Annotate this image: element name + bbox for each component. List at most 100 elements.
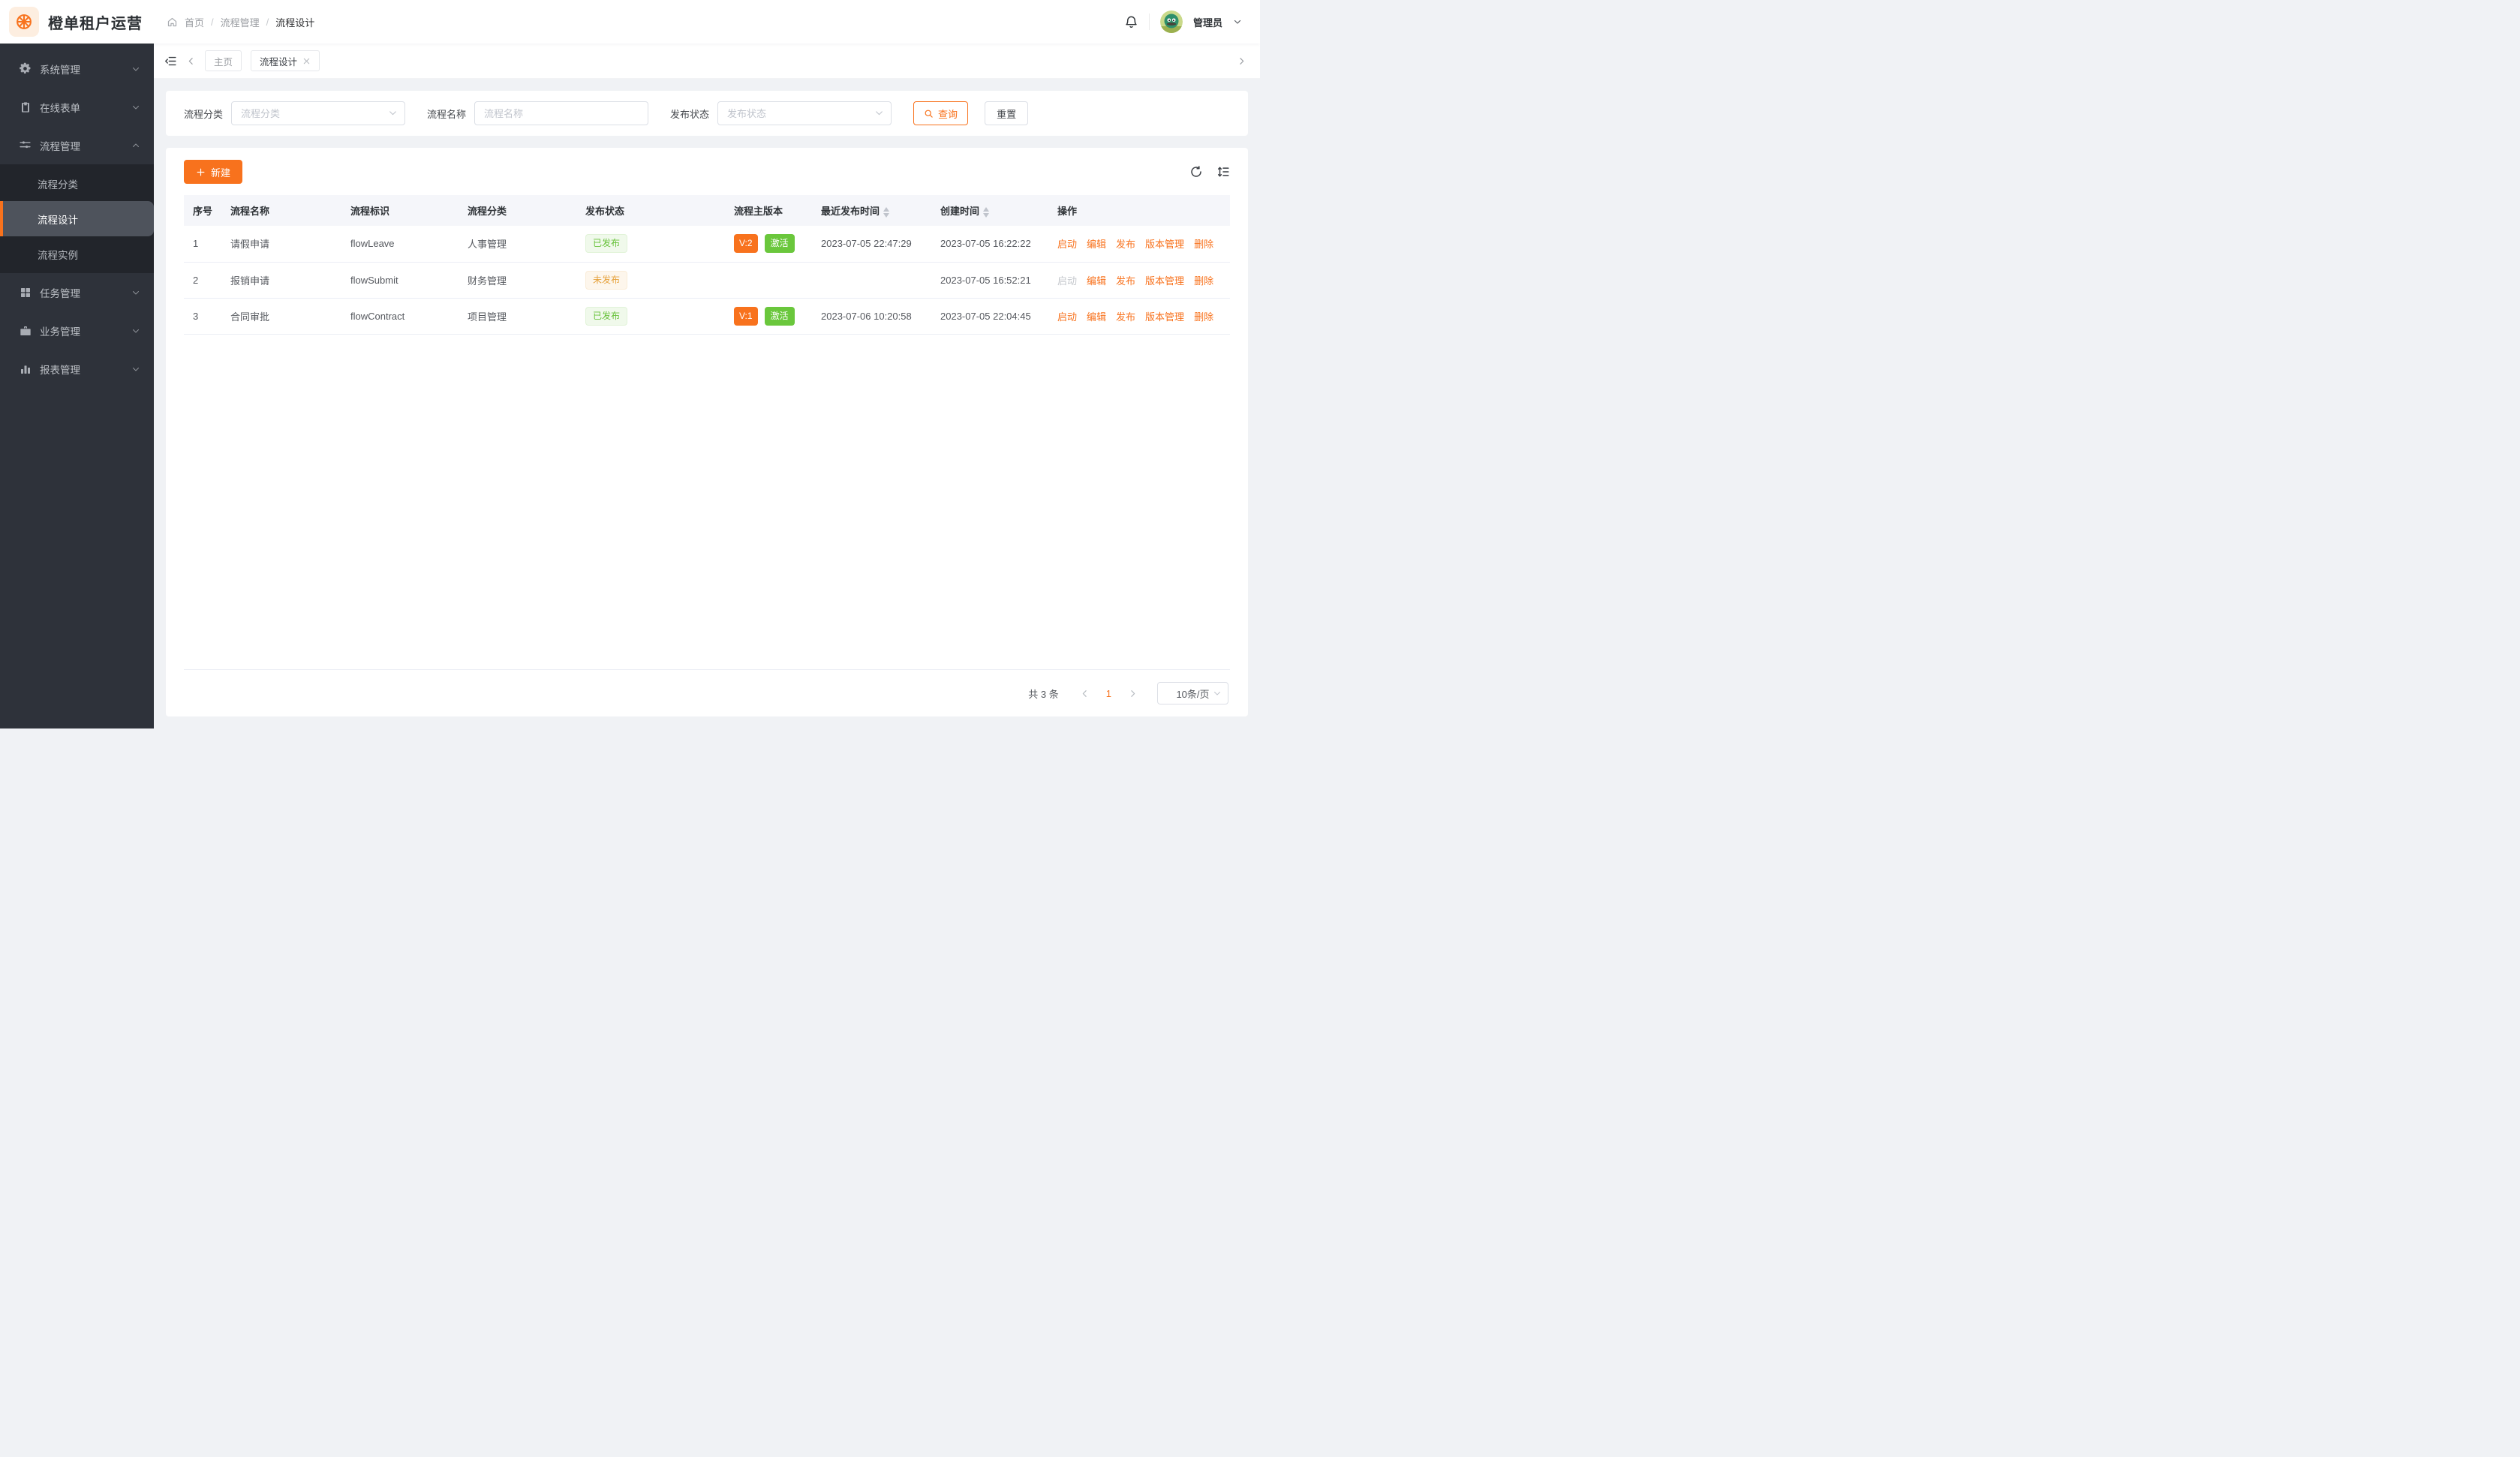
category-select[interactable] (231, 101, 405, 125)
tab-label: 主页 (214, 54, 233, 68)
active-state-tag: 激活 (765, 234, 795, 253)
sliders-icon (19, 139, 32, 152)
start-action[interactable]: 启动 (1057, 311, 1077, 323)
page-size-value: 10条/页 (1176, 686, 1209, 701)
chevron-down-icon (1213, 689, 1222, 700)
delete-action[interactable]: 删除 (1194, 275, 1213, 287)
edit-action[interactable]: 编辑 (1087, 275, 1106, 287)
briefcase-icon (19, 324, 32, 337)
close-icon[interactable] (302, 57, 311, 65)
page-content: 流程分类 流程名称 发布状态 (154, 79, 1260, 728)
page-number[interactable]: 1 (1097, 688, 1120, 699)
version-manage-action[interactable]: 版本管理 (1145, 311, 1184, 323)
publish-action[interactable]: 发布 (1116, 311, 1135, 323)
table-header-row: 序号 流程名称 流程标识 流程分类 发布状态 流程主版本 最近发布时间 创建时间 (184, 195, 1230, 226)
create-button[interactable]: 新建 (184, 160, 242, 184)
tab-bar: 主页 流程设计 (154, 44, 1260, 79)
cell-name: 请假申请 (221, 226, 341, 262)
cell-publish-status: 已发布 (576, 298, 725, 334)
sidebar-item-flow-category[interactable]: 流程分类 (0, 166, 154, 201)
col-header-key: 流程标识 (341, 195, 459, 226)
chevron-down-icon[interactable] (1233, 17, 1242, 26)
app-title: 橙单租户运营 (48, 11, 143, 33)
query-button[interactable]: 查询 (913, 101, 968, 125)
edit-action[interactable]: 编辑 (1087, 239, 1106, 250)
cell-publish-status: 已发布 (576, 226, 725, 262)
version-manage-action[interactable]: 版本管理 (1145, 275, 1184, 287)
tabs-scroll-left-icon[interactable] (186, 56, 196, 66)
sidebar-item-task-management[interactable]: 任务管理 (0, 273, 154, 311)
sort-icons[interactable] (983, 207, 989, 218)
status-select-input[interactable] (717, 101, 892, 125)
breadcrumb-home[interactable]: 首页 (185, 15, 204, 29)
sidebar-item-online-forms[interactable]: 在线表单 (0, 88, 154, 126)
category-select-input[interactable] (231, 101, 405, 125)
cell-main-version: V:1 激活 (725, 298, 812, 334)
avatar[interactable] (1160, 11, 1183, 33)
sidebar-item-flow-management[interactable]: 流程管理 (0, 126, 154, 164)
flow-name-input[interactable] (474, 101, 648, 125)
col-header-publish-status: 发布状态 (576, 195, 725, 226)
delete-action[interactable]: 删除 (1194, 311, 1213, 323)
sidebar-item-flow-instance[interactable]: 流程实例 (0, 236, 154, 272)
sidebar-item-business-management[interactable]: 业务管理 (0, 311, 154, 350)
status-select[interactable] (717, 101, 892, 125)
cell-create-time: 2023-07-05 16:22:22 (931, 226, 1048, 262)
published-tag: 已发布 (585, 234, 627, 253)
cell-name: 报销申请 (221, 262, 341, 298)
table-row: 2 报销申请 flowSubmit 财务管理 未发布 2023-07-05 16… (184, 262, 1230, 298)
cell-category: 项目管理 (459, 298, 576, 334)
active-state-tag: 激活 (765, 307, 795, 326)
flow-name-field[interactable] (474, 101, 648, 125)
breadcrumb-current: 流程设计 (275, 15, 314, 29)
cell-publish-time: 2023-07-06 10:20:58 (812, 298, 931, 334)
col-header-create-time: 创建时间 (931, 195, 1048, 226)
main-area: 主页 流程设计 流程分类 (154, 44, 1260, 728)
breadcrumb-separator: / (266, 17, 269, 28)
publish-action[interactable]: 发布 (1116, 239, 1135, 250)
col-header-label: 最近发布时间 (821, 206, 880, 217)
cell-publish-time (812, 262, 931, 298)
sidebar-item-label: 报表管理 (40, 362, 131, 377)
notification-bell-icon[interactable] (1124, 15, 1138, 29)
breadcrumb-flow-management[interactable]: 流程管理 (221, 15, 260, 29)
tabs-scroll-right-icon[interactable] (1237, 56, 1246, 66)
delete-action[interactable]: 删除 (1194, 239, 1213, 250)
tab-home[interactable]: 主页 (205, 50, 242, 71)
next-page-icon[interactable] (1120, 689, 1145, 698)
published-tag: 已发布 (585, 307, 627, 326)
refresh-icon[interactable] (1189, 165, 1203, 179)
prev-page-icon[interactable] (1072, 689, 1097, 698)
cell-key: flowContract (341, 298, 459, 334)
sidebar-item-system[interactable]: 系统管理 (0, 50, 154, 88)
chevron-down-icon (131, 103, 140, 112)
tab-flow-design[interactable]: 流程设计 (251, 50, 320, 71)
sidebar-item-label: 流程管理 (40, 138, 131, 153)
col-header-category: 流程分类 (459, 195, 576, 226)
sidebar-item-label: 业务管理 (40, 323, 131, 338)
cell-index: 3 (184, 298, 221, 334)
row-density-icon[interactable] (1216, 165, 1230, 179)
app-header: 橙单租户运营 首页 / 流程管理 / 流程设计 (0, 0, 1260, 44)
edit-action[interactable]: 编辑 (1087, 311, 1106, 323)
sidebar-item-label: 系统管理 (40, 62, 131, 77)
cell-actions: 启动编辑发布版本管理删除 (1048, 226, 1230, 262)
sidebar-item-report-management[interactable]: 报表管理 (0, 350, 154, 388)
publish-action[interactable]: 发布 (1116, 275, 1135, 287)
user-name[interactable]: 管理员 (1193, 15, 1222, 29)
orange-icon (14, 12, 34, 32)
version-manage-action[interactable]: 版本管理 (1145, 239, 1184, 250)
collapse-sidebar-icon[interactable] (164, 55, 177, 68)
cell-publish-status: 未发布 (576, 262, 725, 298)
app-logo (9, 7, 39, 37)
version-tag: V:1 (734, 307, 758, 326)
page-size-select[interactable]: 10条/页 (1157, 682, 1228, 704)
start-action[interactable]: 启动 (1057, 239, 1077, 250)
cell-index: 1 (184, 226, 221, 262)
cell-key: flowSubmit (341, 262, 459, 298)
chevron-down-icon (131, 365, 140, 374)
reset-button[interactable]: 重置 (985, 101, 1028, 125)
sort-icons[interactable] (883, 207, 889, 218)
sidebar-item-flow-design[interactable]: 流程设计 (0, 201, 154, 236)
header-right: 管理员 (1124, 11, 1242, 33)
